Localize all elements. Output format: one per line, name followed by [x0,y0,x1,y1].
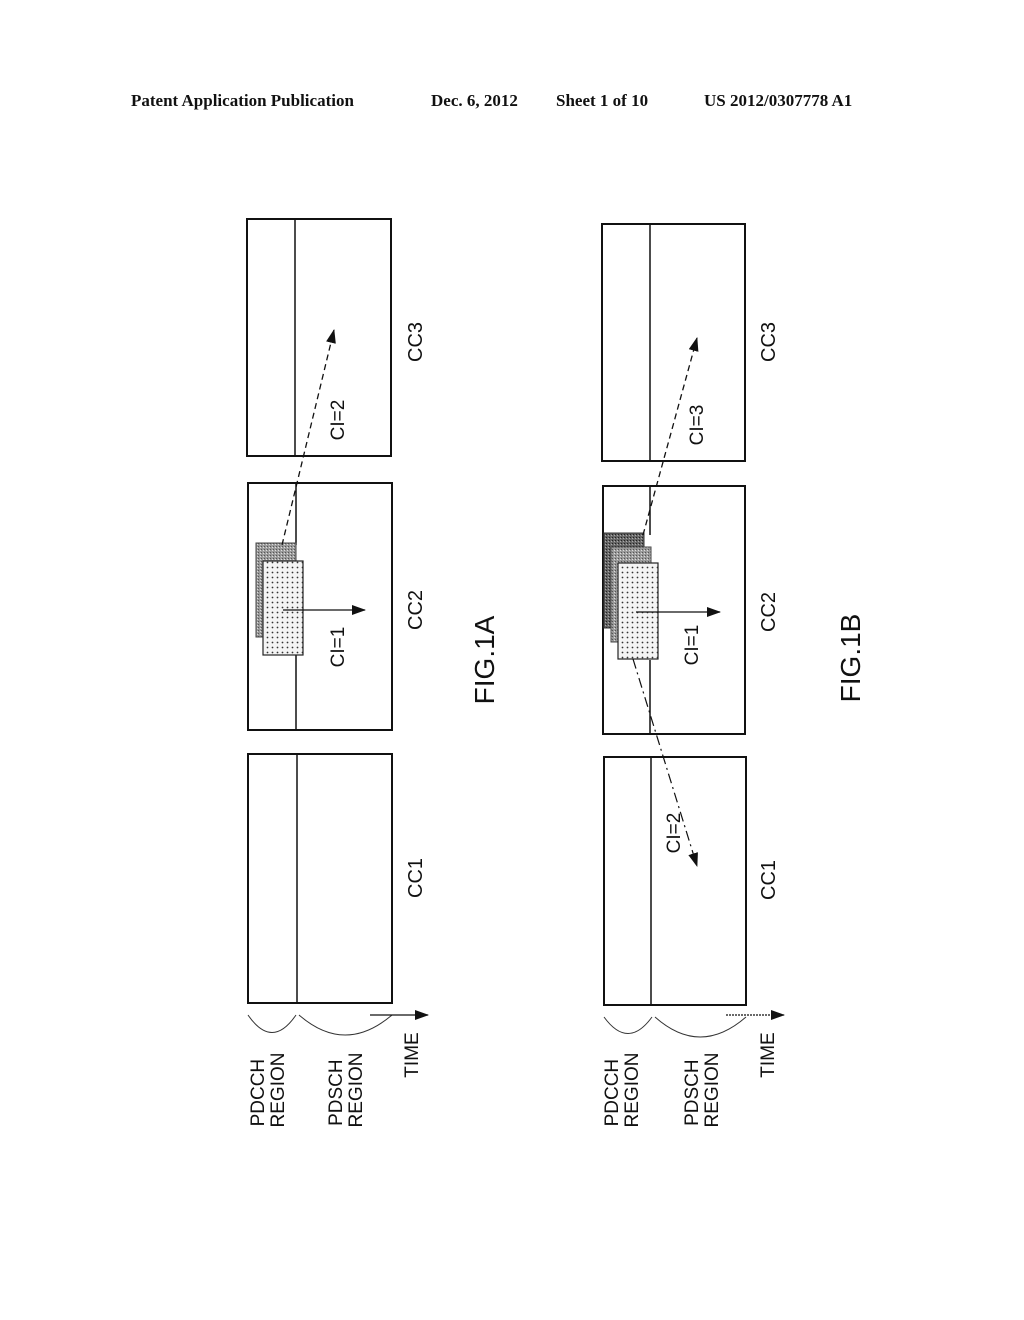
pdsch-region-brace [654,1016,747,1038]
cc1-label: CC1 [405,858,427,898]
cc2-label: CC2 [405,590,427,630]
cc3-label: CC3 [758,322,780,362]
ci2-arrow [281,329,336,546]
figure-caption: FIG.1B [835,614,866,703]
pdcch-block-front [262,560,304,656]
cc2-label: CC2 [758,592,780,632]
cc1-label: CC1 [758,860,780,900]
pdsch-region-label: PDSCH REGION [326,1053,367,1128]
figure-drawing: CC3 CC2 CC1 CI=2 CI=1 FIG.1A PDCCH REGIO… [246,218,866,1128]
pdsch-region-line2: REGION [702,1053,723,1128]
pdcch-region-label: PDCCH REGION [248,1053,289,1128]
pdcch-region-label: PDCCH REGION [602,1053,643,1128]
pdcch-region-line1: PDCCH [602,1059,623,1127]
pdsch-region-line2: REGION [346,1053,367,1128]
pdcch-region-brace [247,1014,297,1033]
pdcch-region-line2: REGION [622,1053,643,1128]
pdcch-block-front [617,562,659,660]
pdsch-region-label: PDSCH REGION [682,1053,723,1128]
time-label: TIME [758,1032,779,1077]
carrier-cc2-box [247,482,393,731]
pdsch-region-line1: PDSCH [326,1059,347,1126]
pdcch-region-line2: REGION [268,1053,289,1128]
ci1-label: CI=1 [682,625,703,666]
figure-caption: FIG.1A [469,615,500,704]
ci3-label: CI=3 [687,405,708,446]
carrier-cc3-box [246,218,392,457]
time-label: TIME [402,1032,423,1077]
pdsch-region-brace [298,1014,393,1036]
pdcch-region-brace [603,1016,653,1034]
carrier-cc2-box [602,485,746,735]
ci2-label: CI=2 [328,400,349,441]
pdsch-region-line1: PDSCH [682,1059,703,1126]
ci2-label: CI=2 [664,813,685,854]
carrier-cc1-box [247,753,393,1004]
pdcch-region-line1: PDCCH [248,1059,269,1127]
ci1-label: CI=1 [328,627,349,668]
cc3-label: CC3 [405,322,427,362]
